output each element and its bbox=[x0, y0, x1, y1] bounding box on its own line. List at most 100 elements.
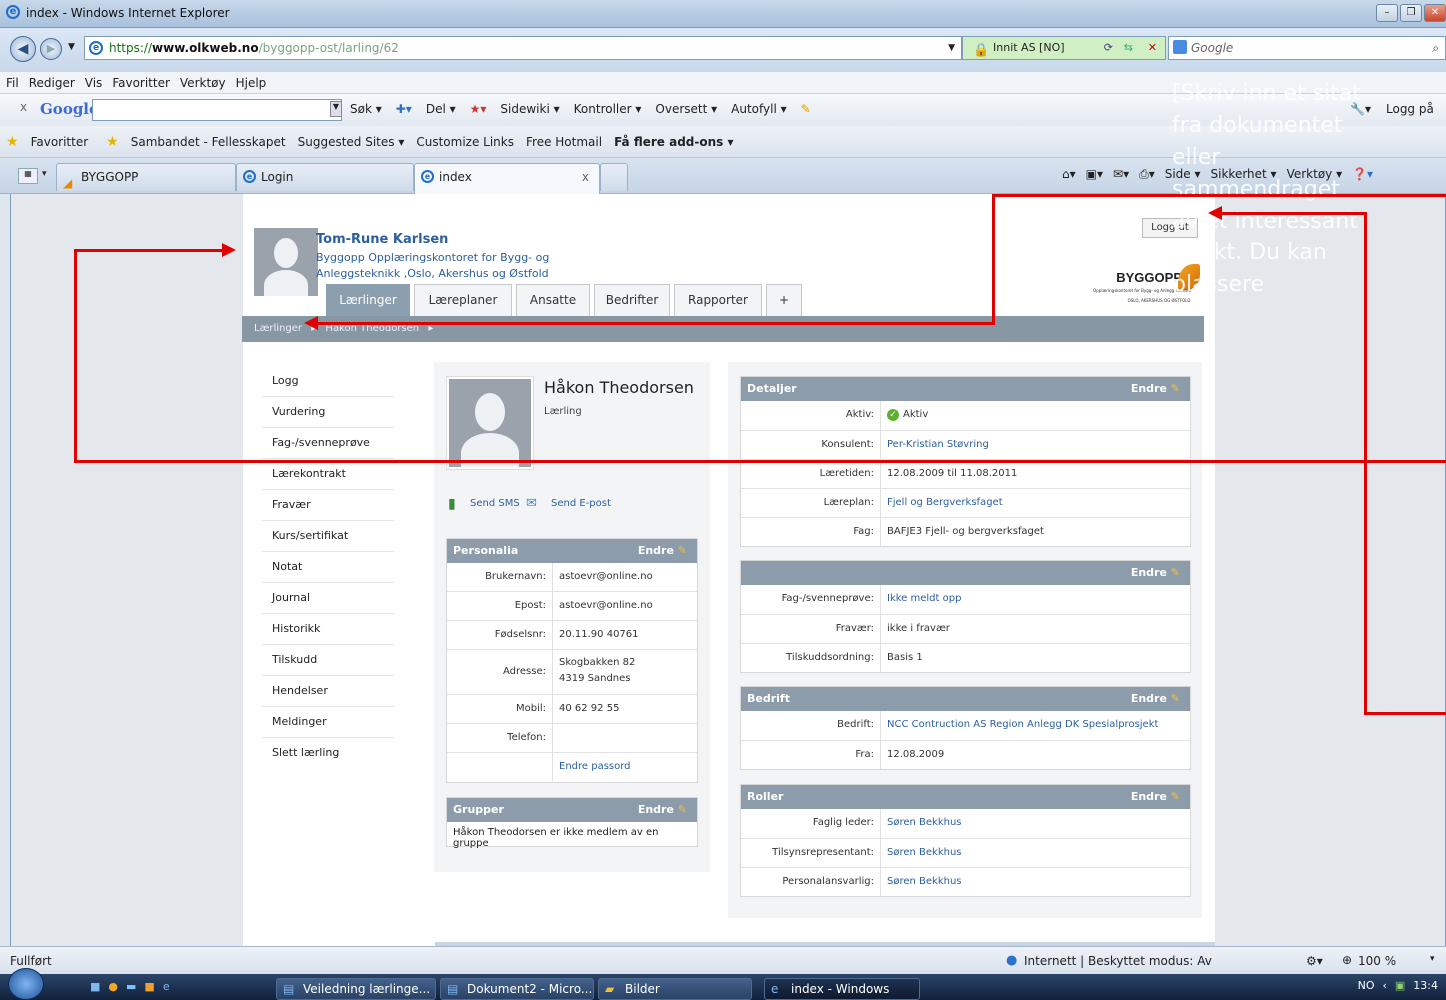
roles-edit-button[interactable]: Endre ✎ bbox=[1131, 785, 1180, 809]
side-journal[interactable]: Journal bbox=[262, 583, 394, 614]
send-email-link[interactable]: Send E-post bbox=[551, 498, 611, 509]
groups-edit-button[interactable]: Endre ✎ bbox=[638, 798, 687, 822]
start-button[interactable] bbox=[8, 968, 44, 1000]
side-slett[interactable]: Slett lærling bbox=[262, 738, 394, 769]
language-indicator[interactable]: NO bbox=[1358, 979, 1375, 992]
add-favorite-icon[interactable]: ★ bbox=[106, 134, 119, 150]
menu-file[interactable]: Fil bbox=[6, 76, 19, 90]
exam-status-link[interactable]: Ikke meldt opp bbox=[881, 585, 961, 614]
gtb-translate-button[interactable]: Oversett ▾ bbox=[655, 102, 717, 116]
gtb-search-button[interactable]: Søk ▾ bbox=[350, 102, 382, 116]
personnel-manager-link[interactable]: Søren Bekkhus bbox=[881, 868, 962, 896]
status-edit-button[interactable]: Endre ✎ bbox=[1131, 561, 1180, 585]
zoom-icon[interactable]: ⊕ bbox=[1342, 953, 1352, 967]
side-fagprove[interactable]: Fag-/svenneprøve bbox=[262, 428, 394, 459]
tab-list-icon[interactable]: ▾ bbox=[42, 169, 47, 179]
curriculum-link[interactable]: Fjell og Bergverksfaget bbox=[881, 489, 1003, 517]
quicklaunch-icon[interactable]: ▬ bbox=[126, 980, 136, 993]
gtb-plus-icon[interactable]: ✚▾ bbox=[396, 102, 412, 116]
side-notat[interactable]: Notat bbox=[262, 552, 394, 583]
zoom-level[interactable]: 100 % bbox=[1358, 954, 1396, 968]
quicklaunch-icon[interactable]: ■ bbox=[144, 980, 154, 993]
quicklaunch-icon[interactable]: e bbox=[163, 980, 170, 993]
zoom-dropdown-icon[interactable]: ▾ bbox=[1430, 954, 1435, 964]
tray-icon[interactable]: ▣ bbox=[1395, 979, 1405, 992]
consultant-link[interactable]: Per-Kristian Støvring bbox=[881, 431, 989, 459]
side-meldinger[interactable]: Meldinger bbox=[262, 707, 394, 738]
taskbar-ie-index[interactable]: eindex - Windows Int... bbox=[764, 978, 920, 1000]
fav-sambandet[interactable]: Sambandet - Fellesskapet bbox=[131, 135, 286, 149]
tab-add[interactable]: + bbox=[766, 284, 802, 316]
professional-leader-link[interactable]: Søren Bekkhus bbox=[881, 809, 962, 838]
company-edit-button[interactable]: Endre ✎ bbox=[1131, 687, 1180, 711]
tab-rapporter[interactable]: Rapporter bbox=[674, 284, 762, 316]
feeds-icon[interactable]: ▣▾ bbox=[1086, 167, 1103, 182]
close-tab-icon[interactable]: x bbox=[582, 164, 589, 190]
side-logg[interactable]: Logg bbox=[262, 366, 394, 397]
back-button[interactable]: ◀ bbox=[10, 36, 36, 62]
home-icon[interactable]: ⌂▾ bbox=[1062, 167, 1076, 182]
close-window-button[interactable]: ✕ bbox=[1424, 4, 1446, 22]
quick-tabs-icon[interactable]: ▦ bbox=[18, 168, 38, 184]
google-search-input[interactable] bbox=[92, 99, 342, 121]
compat-icon[interactable]: ⇆ bbox=[1124, 37, 1133, 59]
favorites-star-icon[interactable]: ★ bbox=[6, 134, 19, 150]
change-password-link[interactable]: Endre passord bbox=[553, 753, 631, 781]
quicklaunch-icon[interactable]: ● bbox=[108, 980, 118, 993]
side-hendelser[interactable]: Hendelser bbox=[262, 676, 394, 707]
side-historikk[interactable]: Historikk bbox=[262, 614, 394, 645]
taskbar-veiledning[interactable]: ▤ Veiledning lærlinge... bbox=[276, 978, 436, 1000]
menu-favorites[interactable]: Favoritter bbox=[112, 76, 170, 90]
gtb-autofill-button[interactable]: Autofyll ▾ bbox=[731, 102, 786, 116]
menu-edit[interactable]: Rediger bbox=[29, 76, 75, 90]
side-tilskudd[interactable]: Tilskudd bbox=[262, 645, 394, 676]
side-kurs[interactable]: Kurs/sertifikat bbox=[262, 521, 394, 552]
search-input[interactable]: Google ⌕ bbox=[1168, 36, 1446, 60]
clock[interactable]: 13:4 bbox=[1413, 979, 1438, 992]
tab-bedrifter[interactable]: Bedrifter bbox=[594, 284, 670, 316]
gtb-sidewiki-button[interactable]: Sidewiki ▾ bbox=[500, 102, 559, 116]
gtb-bookmark-icon[interactable]: ★▾ bbox=[470, 102, 487, 116]
security-badge[interactable]: 🔒 Innit AS [NO] ⟳ ⇆ ✕ bbox=[962, 36, 1166, 60]
fav-addons[interactable]: Få flere add-ons ▾ bbox=[614, 135, 733, 149]
taskbar-dokument2[interactable]: ▤ Dokument2 - Micro... bbox=[440, 978, 594, 1000]
gtb-login-button[interactable]: Logg på bbox=[1386, 102, 1434, 116]
tab-index[interactable]: e index x bbox=[414, 163, 600, 194]
mail-icon[interactable]: ✉▾ bbox=[1113, 167, 1129, 182]
close-toolbar-icon[interactable]: x bbox=[20, 100, 27, 114]
minimize-button[interactable]: – bbox=[1376, 4, 1398, 22]
address-dropdown-icon[interactable]: ▼ bbox=[948, 37, 955, 59]
search-icon[interactable]: ⌕ bbox=[1432, 37, 1439, 59]
forward-button[interactable]: ▶ bbox=[40, 38, 62, 60]
gtb-check-button[interactable]: Kontroller ▾ bbox=[574, 102, 642, 116]
quicklaunch-icon[interactable]: ■ bbox=[90, 980, 100, 993]
breadcrumb-laerlinger[interactable]: Lærlinger bbox=[254, 323, 302, 334]
details-edit-button[interactable]: Endre ✎ bbox=[1131, 377, 1180, 401]
company-link[interactable]: NCC Contruction AS Region Anlegg DK Spes… bbox=[881, 711, 1158, 740]
print-icon[interactable]: ⎙▾ bbox=[1139, 167, 1155, 182]
side-fravaer[interactable]: Fravær bbox=[262, 490, 394, 521]
fav-free-hotmail[interactable]: Free Hotmail bbox=[526, 135, 602, 149]
pencil-icon[interactable]: ✎ bbox=[801, 102, 811, 116]
network-icon[interactable]: ‹ bbox=[1382, 979, 1386, 992]
tab-ansatte[interactable]: Ansatte bbox=[516, 284, 590, 316]
menu-tools[interactable]: Verktøy bbox=[180, 76, 226, 90]
maximize-button[interactable]: ❐ bbox=[1400, 4, 1422, 22]
fav-customize-links[interactable]: Customize Links bbox=[416, 135, 514, 149]
address-input[interactable]: e https://www.olkweb.no/byggopp-ost/larl… bbox=[84, 36, 962, 60]
google-dropdown-icon[interactable]: ▼ bbox=[330, 101, 342, 117]
tab-login[interactable]: e Login bbox=[236, 163, 414, 191]
favorites-button[interactable]: Favoritter bbox=[31, 135, 89, 149]
settings-icon[interactable]: ⚙▾ bbox=[1306, 954, 1323, 968]
taskbar-bilder[interactable]: ▰ Bilder bbox=[598, 978, 752, 1000]
tab-laerlinger[interactable]: Lærlinger bbox=[326, 284, 410, 316]
stop-icon[interactable]: ✕ bbox=[1148, 37, 1157, 59]
supervisor-link[interactable]: Søren Bekkhus bbox=[881, 839, 962, 867]
side-laerekontrakt[interactable]: Lærekontrakt bbox=[262, 459, 394, 490]
side-vurdering[interactable]: Vurdering bbox=[262, 397, 394, 428]
tab-byggopp[interactable]: ◢ BYGGOPP bbox=[56, 163, 236, 191]
gtb-share-button[interactable]: Del ▾ bbox=[426, 102, 456, 116]
history-dropdown-icon[interactable]: ▼ bbox=[68, 42, 75, 52]
tab-laereplaner[interactable]: Læreplaner bbox=[414, 284, 512, 316]
personalia-edit-button[interactable]: Endre ✎ bbox=[638, 539, 687, 563]
